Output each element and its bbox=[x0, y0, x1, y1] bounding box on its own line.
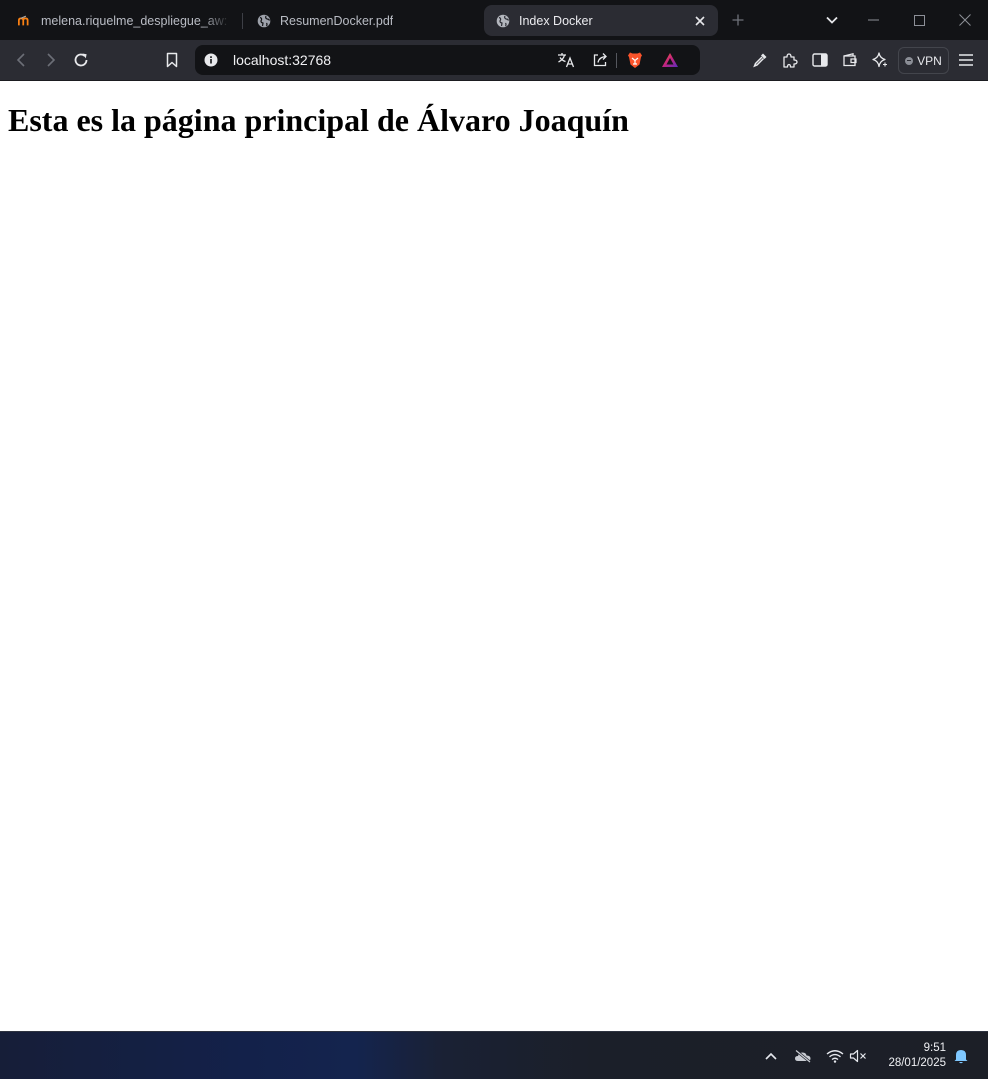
forward-button[interactable] bbox=[39, 48, 63, 72]
wallet-button[interactable] bbox=[838, 48, 862, 72]
notifications-icon[interactable] bbox=[951, 1046, 971, 1066]
bookmark-button[interactable] bbox=[160, 48, 184, 72]
tab-index-docker[interactable]: Index Docker bbox=[484, 5, 718, 36]
address-bar[interactable]: localhost:32768 bbox=[195, 45, 700, 75]
browser-toolbar: localhost:32768 VPN bbox=[0, 40, 988, 81]
chevron-up-icon bbox=[765, 1052, 777, 1060]
chevron-down-icon bbox=[826, 16, 838, 24]
tray-overflow-button[interactable] bbox=[761, 1046, 781, 1066]
wallet-icon bbox=[843, 53, 857, 67]
system-clock[interactable]: 9:51 28/01/2025 bbox=[888, 1041, 946, 1071]
url-text[interactable]: localhost:32768 bbox=[233, 52, 331, 68]
tab-list-button[interactable] bbox=[822, 10, 842, 30]
tab-moodle[interactable]: melena.riquelme_despliegue_aw: Pr bbox=[8, 5, 234, 36]
chevron-right-icon bbox=[47, 53, 56, 67]
minimize-icon bbox=[867, 19, 879, 21]
tab-title: melena.riquelme_despliegue_aw: Pr bbox=[41, 13, 231, 28]
eyedropper-icon bbox=[753, 53, 767, 68]
brave-shields-icon[interactable] bbox=[624, 49, 646, 71]
globe-icon bbox=[496, 14, 510, 28]
extensions-button[interactable] bbox=[778, 48, 802, 72]
tab-strip: melena.riquelme_despliegue_aw: Pr Resume… bbox=[0, 0, 988, 40]
url-divider bbox=[616, 53, 617, 68]
main-menu-button[interactable] bbox=[954, 48, 978, 72]
close-icon bbox=[959, 14, 971, 26]
globe-icon bbox=[257, 14, 271, 28]
vpn-label: VPN bbox=[917, 53, 942, 68]
taskbar: 9:51 28/01/2025 bbox=[0, 1031, 988, 1079]
wifi-icon[interactable] bbox=[825, 1046, 845, 1066]
bookmark-icon bbox=[166, 52, 178, 68]
tab-title: Index Docker bbox=[519, 13, 593, 28]
brave-rewards-icon[interactable] bbox=[659, 49, 681, 71]
minimize-button[interactable] bbox=[858, 6, 888, 34]
puzzle-icon bbox=[783, 53, 798, 68]
reload-icon bbox=[74, 53, 88, 67]
sidebar-icon bbox=[812, 53, 828, 67]
clock-time: 9:51 bbox=[923, 1042, 946, 1054]
new-tab-button[interactable] bbox=[728, 10, 748, 30]
back-button[interactable] bbox=[9, 48, 33, 72]
volume-muted-icon[interactable] bbox=[848, 1046, 868, 1066]
site-info-icon[interactable] bbox=[200, 49, 222, 71]
share-icon[interactable] bbox=[589, 49, 611, 71]
page-viewport: Esta es la página principal de Álvaro Jo… bbox=[0, 81, 988, 1031]
maximize-button[interactable] bbox=[904, 6, 934, 34]
dropper-button[interactable] bbox=[748, 48, 772, 72]
tab-separator bbox=[242, 13, 243, 29]
maximize-icon bbox=[913, 14, 925, 26]
chevron-left-icon bbox=[16, 53, 25, 67]
hamburger-icon bbox=[959, 54, 973, 66]
clock-date: 28/01/2025 bbox=[888, 1057, 946, 1069]
page-heading: Esta es la página principal de Álvaro Jo… bbox=[8, 102, 629, 138]
plus-icon bbox=[732, 14, 744, 26]
sidebar-toggle-button[interactable] bbox=[808, 48, 832, 72]
onedrive-offline-icon[interactable] bbox=[793, 1046, 813, 1066]
translate-icon[interactable] bbox=[555, 49, 577, 71]
leo-ai-button[interactable] bbox=[868, 48, 892, 72]
tab-title: ResumenDocker.pdf bbox=[280, 13, 394, 28]
sparkle-icon bbox=[872, 52, 887, 68]
tab-resumen-docker[interactable]: ResumenDocker.pdf bbox=[247, 5, 477, 36]
vpn-status-icon bbox=[905, 56, 914, 65]
reload-button[interactable] bbox=[69, 48, 93, 72]
vpn-button[interactable]: VPN bbox=[898, 47, 949, 74]
close-tab-icon[interactable] bbox=[690, 11, 710, 31]
moodle-icon bbox=[18, 14, 32, 28]
close-window-button[interactable] bbox=[950, 6, 980, 34]
